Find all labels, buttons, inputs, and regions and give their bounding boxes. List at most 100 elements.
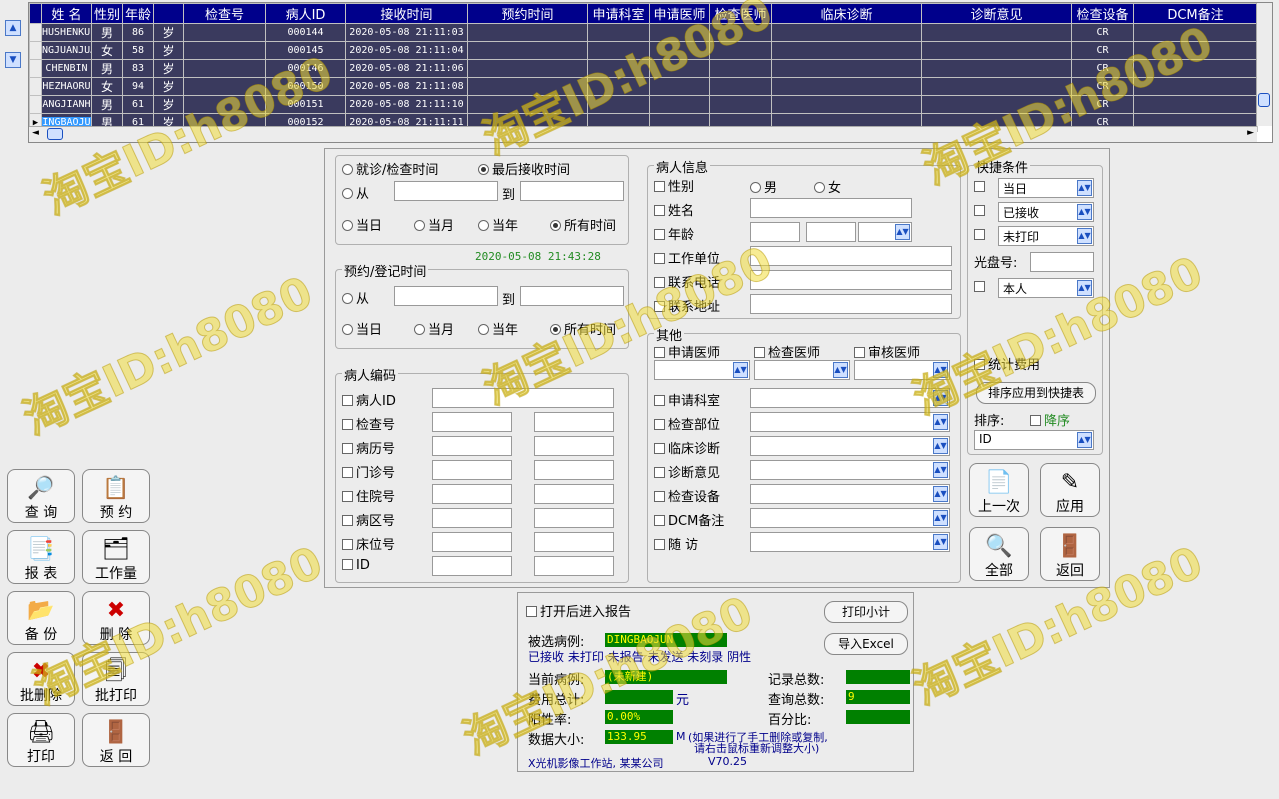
appt-opt-all[interactable]: 所有时间 [550,319,616,338]
chk-other-item[interactable]: 检查部位 [654,414,720,433]
appt-opt-today[interactable]: 当日 [342,319,382,338]
chk-code-item[interactable]: 床位号 [342,534,395,553]
col-header[interactable]: 临床诊断 [771,3,922,24]
chk-sex[interactable]: 性别 [654,176,694,195]
code-from-input[interactable] [432,388,614,408]
chk-code-item[interactable]: 检查号 [342,414,395,433]
patient-grid[interactable]: 姓 名 性别 年龄 检查号 病人ID 接收时间 预约时间 申请科室 申请医师 检… [28,2,1273,143]
sort-combo[interactable]: ID ▲▼ [974,430,1094,450]
grid-horizontal-scrollbar[interactable]: ◄ ► [29,126,1257,142]
quick-combo-3[interactable]: 未打印 ▲▼ [998,226,1094,246]
age-unit-combo[interactable]: ▲▼ [858,222,912,242]
appt-from-input[interactable] [394,286,498,306]
opt-visit-time[interactable]: 就诊/检查时间 [342,159,438,178]
workload-button[interactable]: 🗂 工作量 [82,530,150,584]
chk-addr[interactable]: 联系地址 [654,296,720,315]
opt-today[interactable]: 当日 [342,215,382,234]
opt-last-recv-time[interactable]: 最后接收时间 [478,159,570,178]
appt-opt-year[interactable]: 当年 [478,319,518,338]
chk-code-item[interactable]: 门诊号 [342,462,395,481]
col-header[interactable]: 检查医师 [709,3,772,24]
col-header[interactable]: 申请医师 [649,3,710,24]
time-from-input[interactable] [394,181,498,201]
chk-code-item[interactable]: 病历号 [342,438,395,457]
opt-male[interactable]: 男 [750,177,777,196]
other-item-combo[interactable]: ▲▼ [750,508,950,528]
chk-open-report[interactable]: 打开后进入报告 [526,601,631,620]
opt-month[interactable]: 当月 [414,215,454,234]
col-header[interactable]: 姓 名 [41,3,92,24]
vscroll-thumb[interactable] [1258,93,1270,107]
report-button[interactable]: 📑 报 表 [7,530,75,584]
chk-doc-combo[interactable]: ▲▼ [754,360,850,380]
name-input[interactable] [750,198,912,218]
quick-combo-4[interactable]: 本人 ▲▼ [998,278,1094,298]
return-button[interactable]: 🚪 返 回 [82,713,150,767]
chk-code-item[interactable]: 病人ID [342,390,396,409]
chk-other-item[interactable]: 临床诊断 [654,438,720,457]
scroll-right-icon[interactable]: ► [1247,128,1254,138]
table-row[interactable]: NGJUANJUAN女58岁 0001452020-05-08 21:11:04 C… [29,41,1258,60]
chk-phone[interactable]: 联系电话 [654,272,720,291]
chk-quick-4[interactable] [974,280,988,295]
opt-from[interactable]: 从 [342,183,369,202]
backup-button[interactable]: 📂 备 份 [7,591,75,645]
chk-req-doc[interactable]: 申请医师 [654,342,720,361]
chk-name[interactable]: 姓名 [654,200,694,219]
quick-combo-1[interactable]: 当日 ▲▼ [998,178,1094,198]
chk-other-item[interactable]: DCM备注 [654,510,724,529]
chk-code-item[interactable]: 住院号 [342,486,395,505]
col-header[interactable]: 接收时间 [345,3,468,24]
age-min-input[interactable] [750,222,800,242]
grid-vertical-scrollbar[interactable] [1256,3,1272,126]
col-header[interactable]: 性别 [91,3,123,24]
code-from-input[interactable] [432,460,512,480]
col-header[interactable]: 检查号 [183,3,266,24]
code-to-input[interactable] [534,532,614,552]
req-doc-combo[interactable]: ▲▼ [654,360,750,380]
all-button[interactable]: 🔍 全部 [969,527,1029,581]
table-row[interactable]: HEZHAORU 女 94 岁 000150 2020-05-08 21:11:08 CR [29,77,1258,96]
chk-work[interactable]: 工作单位 [654,248,720,267]
table-row[interactable]: HUSHENKUI 男 86 岁 000144 2020-05-08 21:11:03 CR [29,23,1258,42]
chk-other-item[interactable]: 诊断意见 [654,462,720,481]
nav-down-button[interactable]: ▼ [5,52,21,68]
col-header[interactable]: 诊断意见 [921,3,1072,24]
opt-year[interactable]: 当年 [478,215,518,234]
col-header[interactable] [153,3,184,24]
apply-button[interactable]: ✎ 应用 [1040,463,1100,517]
chk-code-item[interactable]: ID [342,558,370,573]
scroll-left-icon[interactable]: ◄ [32,128,39,138]
age-max-input[interactable] [806,222,856,242]
print-button[interactable]: 🖨 打印 [7,713,75,767]
hscroll-thumb[interactable] [47,128,63,140]
batch-print-button[interactable]: 🗐 批打印 [82,652,150,706]
appt-opt-month[interactable]: 当月 [414,319,454,338]
quick-combo-2[interactable]: 已接收 ▲▼ [998,202,1094,222]
batch-delete-button[interactable]: ✖ 批删除 [7,652,75,706]
chk-code-item[interactable]: 病区号 [342,510,395,529]
code-to-input[interactable] [534,484,614,504]
other-item-combo[interactable]: ▲▼ [750,532,950,552]
query-button[interactable]: 🔎 查 询 [7,469,75,523]
col-header[interactable]: DCM备注 [1133,3,1258,24]
apply-sort-button[interactable]: 排序应用到快捷表 [976,382,1096,404]
delete-button[interactable]: ✖ 删 除 [82,591,150,645]
col-header[interactable]: 病人ID [265,3,346,24]
other-item-combo[interactable]: ▲▼ [750,388,950,408]
code-to-input[interactable] [534,460,614,480]
col-header[interactable]: 检查设备 [1071,3,1134,24]
code-from-input[interactable] [432,412,512,432]
export-excel-button[interactable]: 导入Excel [824,633,908,655]
nav-up-button[interactable]: ▲ [5,20,21,36]
code-from-input[interactable] [432,436,512,456]
rev-doc-combo[interactable]: ▲▼ [854,360,950,380]
code-to-input[interactable] [534,508,614,528]
chk-quick-2[interactable] [974,204,988,219]
work-input[interactable] [750,246,952,266]
chk-age[interactable]: 年龄 [654,224,694,243]
chk-rev-doc[interactable]: 审核医师 [854,342,920,361]
opt-female[interactable]: 女 [814,177,841,196]
chk-desc[interactable]: 降序 [1030,410,1070,429]
col-header[interactable]: 预约时间 [467,3,588,24]
